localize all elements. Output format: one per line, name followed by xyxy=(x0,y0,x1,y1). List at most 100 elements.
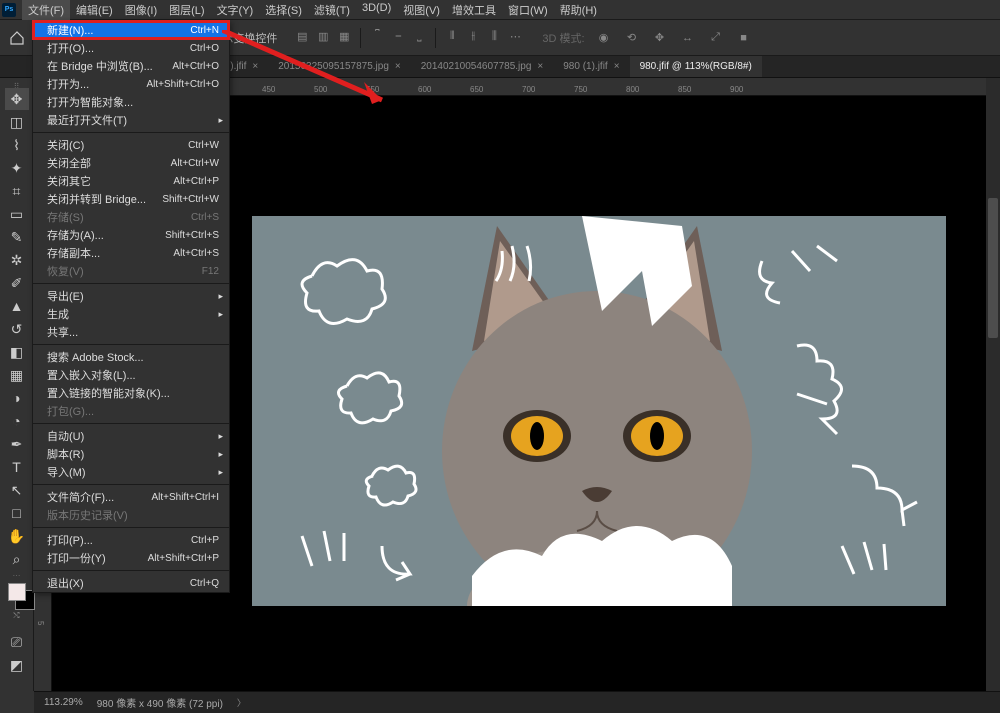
scrollbar-thumb[interactable] xyxy=(988,198,998,338)
distribute-h-icon[interactable]: ⫴ xyxy=(443,28,461,46)
file-menu-item[interactable]: 关闭其它Alt+Ctrl+P xyxy=(33,172,229,190)
vertical-scrollbar[interactable] xyxy=(986,78,1000,691)
pen-tool-icon[interactable]: ✒ xyxy=(5,433,29,455)
move-tool-icon[interactable]: ✥ xyxy=(5,88,29,110)
history-brush-icon[interactable]: ↺ xyxy=(5,318,29,340)
status-dimensions: 980 像素 x 490 像素 (72 ppi) xyxy=(97,695,223,710)
document-tab[interactable]: 980 (1).jfif× xyxy=(553,56,629,78)
frame-tool-icon[interactable]: ▭ xyxy=(5,203,29,225)
more-align-icon[interactable]: ⋯ xyxy=(506,28,524,46)
file-menu-item[interactable]: 存储副本...Alt+Ctrl+S xyxy=(33,244,229,262)
3d-mode-label: 3D 模式: xyxy=(542,30,584,46)
shape-tool-icon[interactable]: □ xyxy=(5,502,29,524)
menu-5[interactable]: 选择(S) xyxy=(259,0,308,21)
quick-mask-icon[interactable]: ◩ xyxy=(5,654,29,676)
distribute-space-icon[interactable]: ⫼ xyxy=(485,28,503,46)
menu-8[interactable]: 视图(V) xyxy=(397,0,446,21)
3d-slide-icon[interactable]: ↔ xyxy=(679,29,697,47)
file-menu-item[interactable]: 关闭全部Alt+Ctrl+W xyxy=(33,154,229,172)
file-menu-item[interactable]: 置入链接的智能对象(K)... xyxy=(33,384,229,402)
file-menu-item[interactable]: 文件简介(F)...Alt+Shift+Ctrl+I xyxy=(33,488,229,506)
file-menu-item[interactable]: 关闭并转到 Bridge...Shift+Ctrl+W xyxy=(33,190,229,208)
eraser-tool-icon[interactable]: ◧ xyxy=(5,341,29,363)
align-bottom-icon[interactable]: ⎵ xyxy=(410,28,428,46)
3d-roll-icon[interactable]: ⟲ xyxy=(623,29,641,47)
menu-6[interactable]: 滤镜(T) xyxy=(308,0,356,21)
dodge-tool-icon[interactable]: ◔ xyxy=(5,410,29,432)
file-menu-item[interactable]: 脚本(R)▸ xyxy=(33,445,229,463)
path-select-icon[interactable]: ↖ xyxy=(5,479,29,501)
close-icon[interactable]: × xyxy=(537,61,543,72)
document-canvas[interactable] xyxy=(252,216,946,606)
blur-tool-icon[interactable]: ◑ xyxy=(5,387,29,409)
3d-orbit-icon[interactable]: ◉ xyxy=(595,29,613,47)
crop-tool-icon[interactable]: ⌗ xyxy=(5,180,29,202)
screen-mode-icon[interactable]: ⎚ xyxy=(5,631,29,653)
align-center-h-icon[interactable]: ▥ xyxy=(314,28,332,46)
file-menu-item[interactable]: 导入(M)▸ xyxy=(33,463,229,481)
3d-scale-icon[interactable]: ⤢ xyxy=(707,29,725,47)
file-menu-item[interactable]: 打开为智能对象... xyxy=(33,93,229,111)
menu-7[interactable]: 3D(D) xyxy=(356,0,397,21)
file-menu-item[interactable]: 搜索 Adobe Stock... xyxy=(33,348,229,366)
menu-item-shortcut: Ctrl+Q xyxy=(190,578,219,589)
menu-9[interactable]: 增效工具 xyxy=(446,0,502,21)
close-icon[interactable]: × xyxy=(395,61,401,72)
file-menu-item[interactable]: 在 Bridge 中浏览(B)...Alt+Ctrl+O xyxy=(33,57,229,75)
menu-11[interactable]: 帮助(H) xyxy=(554,0,603,21)
file-menu-item[interactable]: 共享... xyxy=(33,323,229,341)
gradient-tool-icon[interactable]: ▦ xyxy=(5,364,29,386)
file-menu-item[interactable]: 置入嵌入对象(L)... xyxy=(33,366,229,384)
align-middle-icon[interactable]: ⎯ xyxy=(389,28,407,46)
toolbox-handle-icon[interactable]: ⠿ xyxy=(9,82,25,86)
close-icon[interactable]: × xyxy=(252,61,258,72)
clone-stamp-icon[interactable]: ▲ xyxy=(5,295,29,317)
file-menu-item[interactable]: 存储为(A)...Shift+Ctrl+S xyxy=(33,226,229,244)
document-tab[interactable]: 20150325095157875.jpg× xyxy=(268,56,411,78)
file-menu-item[interactable]: 新建(N)...Ctrl+N xyxy=(33,21,229,39)
file-menu-item[interactable]: 打开为...Alt+Shift+Ctrl+O xyxy=(33,75,229,93)
align-right-icon[interactable]: ▦ xyxy=(335,28,353,46)
document-tab[interactable]: 20140210054607785.jpg× xyxy=(411,56,554,78)
lasso-tool-icon[interactable]: ⌇ xyxy=(5,134,29,156)
3d-camera-icon[interactable]: ■ xyxy=(735,29,753,47)
toolbox-more-icon[interactable]: ⋯ xyxy=(9,571,25,575)
3d-pan-icon[interactable]: ✥ xyxy=(651,29,669,47)
menu-0[interactable]: 文件(F) xyxy=(22,0,70,21)
file-menu-item[interactable]: 打开(O)...Ctrl+O xyxy=(33,39,229,57)
color-swatch[interactable] xyxy=(8,583,26,601)
file-menu-item[interactable]: 自动(U)▸ xyxy=(33,427,229,445)
home-button[interactable] xyxy=(6,27,28,49)
menu-item-label: 打包(G)... xyxy=(47,403,94,419)
heal-brush-icon[interactable]: ✲ xyxy=(5,249,29,271)
status-zoom[interactable]: 113.29% xyxy=(44,697,83,708)
type-tool-icon[interactable]: T xyxy=(5,456,29,478)
menu-2[interactable]: 图像(I) xyxy=(119,0,163,21)
swap-colors-icon[interactable]: ⤭ xyxy=(13,611,19,621)
menu-item-label: 置入嵌入对象(L)... xyxy=(47,367,136,383)
file-menu-item[interactable]: 打印(P)...Ctrl+P xyxy=(33,531,229,549)
distribute-v-icon[interactable]: ⫲ xyxy=(464,28,482,46)
menu-1[interactable]: 编辑(E) xyxy=(70,0,119,21)
file-menu-item[interactable]: 导出(E)▸ xyxy=(33,287,229,305)
file-menu-item[interactable]: 生成▸ xyxy=(33,305,229,323)
zoom-tool-icon[interactable]: ⌕ xyxy=(5,548,29,570)
file-menu-item[interactable]: 关闭(C)Ctrl+W xyxy=(33,136,229,154)
eyedropper-icon[interactable]: ✎ xyxy=(5,226,29,248)
quick-select-icon[interactable]: ✦ xyxy=(5,157,29,179)
file-menu-item[interactable]: 退出(X)Ctrl+Q xyxy=(33,574,229,592)
menu-4[interactable]: 文字(Y) xyxy=(211,0,260,21)
file-menu-item[interactable]: 最近打开文件(T)▸ xyxy=(33,111,229,129)
align-top-icon[interactable]: ⎴ xyxy=(368,28,386,46)
align-left-icon[interactable]: ▤ xyxy=(293,28,311,46)
marquee-tool-icon[interactable]: ◫ xyxy=(5,111,29,133)
file-menu-item[interactable]: 打印一份(Y)Alt+Shift+Ctrl+P xyxy=(33,549,229,567)
hand-tool-icon[interactable]: ✋ xyxy=(5,525,29,547)
status-menu-arrow-icon[interactable]: 〉 xyxy=(237,696,246,709)
menu-10[interactable]: 窗口(W) xyxy=(502,0,554,21)
document-tab[interactable]: 980.jfif @ 113%(RGB/8#) xyxy=(630,56,762,78)
close-icon[interactable]: × xyxy=(614,61,620,72)
brush-tool-icon[interactable]: ✐ xyxy=(5,272,29,294)
ruler-tick: 650 xyxy=(470,85,483,94)
menu-3[interactable]: 图层(L) xyxy=(163,0,210,21)
